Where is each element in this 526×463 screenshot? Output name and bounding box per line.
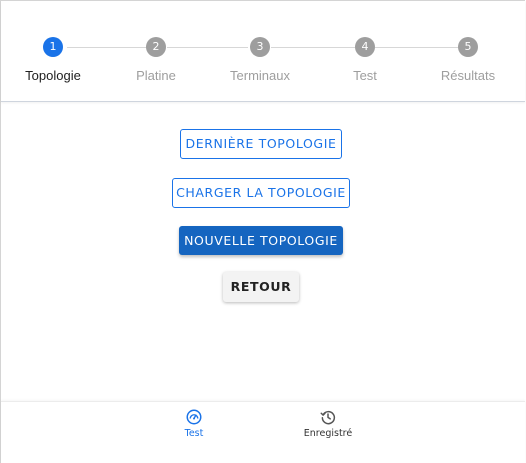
step-number-badge: 5 bbox=[458, 37, 478, 57]
step-number-badge: 4 bbox=[355, 37, 375, 57]
step-number-badge: 1 bbox=[43, 37, 63, 57]
step-number-badge: 3 bbox=[250, 37, 270, 57]
step-topologie[interactable]: 1 Topologie bbox=[0, 37, 108, 83]
nav-label: Test bbox=[184, 428, 204, 439]
nav-label: Enregistré bbox=[303, 428, 353, 439]
step-test[interactable]: 4 Test bbox=[310, 37, 420, 83]
step-label: Topologie bbox=[25, 68, 81, 83]
step-label: Terminaux bbox=[230, 68, 290, 83]
new-topology-button[interactable]: NOUVELLE TOPOLOGIE bbox=[179, 226, 343, 255]
app-window: 1 Topologie 2 Platine 3 Terminaux 4 Test… bbox=[0, 0, 525, 463]
history-icon bbox=[320, 410, 336, 425]
stepper: 1 Topologie 2 Platine 3 Terminaux 4 Test… bbox=[1, 1, 525, 102]
step-label: Platine bbox=[136, 68, 176, 83]
load-topology-button[interactable]: CHARGER LA TOPOLOGIE bbox=[172, 178, 350, 208]
step-platine[interactable]: 2 Platine bbox=[101, 37, 211, 83]
bottom-navigation: Test Enregistré bbox=[1, 401, 525, 463]
step-label: Test bbox=[353, 68, 377, 83]
back-button[interactable]: RETOUR bbox=[223, 272, 299, 302]
step-number-badge: 2 bbox=[146, 37, 166, 57]
last-topology-button[interactable]: DERNIÈRE TOPOLOGIE bbox=[180, 129, 342, 159]
step-label: Résultats bbox=[440, 68, 496, 83]
step-terminaux[interactable]: 3 Terminaux bbox=[205, 37, 315, 83]
nav-item-test[interactable]: Test bbox=[149, 408, 239, 439]
nav-item-enregistre[interactable]: Enregistré bbox=[283, 408, 373, 439]
step-resultats[interactable]: 5 Résultats bbox=[413, 37, 523, 83]
speedometer-icon bbox=[186, 409, 202, 425]
